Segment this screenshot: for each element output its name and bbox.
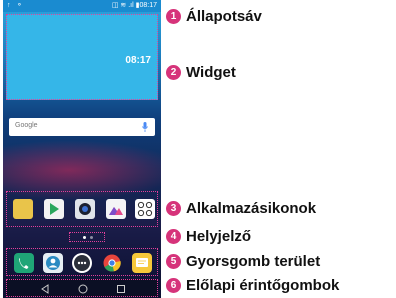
callout-label: Alkalmazásikonok: [186, 200, 317, 217]
grid-icon: [137, 201, 153, 217]
front-touch-buttons: [6, 279, 158, 297]
phone-home-screen: ↑ ⚬ ◫ ≋ .ıl ▮08:17 08:17 Google: [3, 0, 161, 298]
home-icon[interactable]: [77, 283, 89, 295]
callout-badge: 2: [166, 65, 181, 80]
back-icon[interactable]: [39, 283, 51, 295]
dots-icon: [74, 255, 90, 271]
messages-app-icon[interactable]: [132, 253, 152, 273]
callout-label: Állapotsáv: [186, 8, 262, 25]
camera-app-icon[interactable]: [75, 199, 95, 219]
google-logo: Google: [15, 122, 38, 129]
callout-label: Előlapi érintőgombok: [186, 277, 340, 294]
callout-label: Widget: [186, 64, 236, 81]
callout-indicator: 4 Helyjelző: [166, 228, 251, 245]
play-store-app-icon[interactable]: [44, 199, 64, 219]
page-dot: [90, 236, 93, 239]
google-search-bar[interactable]: Google: [9, 118, 155, 136]
apps-grid-icon[interactable]: [135, 199, 155, 219]
callout-label: Gyorsgomb terület: [186, 253, 321, 270]
callout-badge: 4: [166, 229, 181, 244]
status-bar-left-icons: ↑ ⚬: [7, 2, 25, 9]
calendar-app-icon[interactable]: [13, 199, 33, 219]
recent-apps-icon[interactable]: [115, 283, 127, 295]
status-bar-right-info: ◫ ≋ .ıl ▮08:17: [111, 2, 157, 9]
gallery-app-icon[interactable]: [106, 199, 126, 219]
callout-touch-buttons: 6 Előlapi érintőgombok: [166, 277, 339, 294]
camera-lens-icon: [79, 203, 91, 215]
message-icon: [136, 258, 148, 267]
callout-app-icons: 3 Alkalmazásikonok: [166, 200, 316, 217]
callout-status-bar: 1 Állapotsáv: [166, 8, 262, 25]
callout-badge: 5: [166, 254, 181, 269]
callout-label: Helyjelző: [186, 228, 252, 245]
phone-icon: [19, 258, 29, 269]
quick-button-area: [6, 248, 158, 276]
contacts-app-icon[interactable]: [43, 253, 63, 273]
phone-app-icon[interactable]: [14, 253, 34, 273]
page-indicator: [69, 232, 105, 242]
callout-widget: 2 Widget: [166, 64, 236, 81]
mic-icon[interactable]: [141, 121, 149, 133]
widget-clock: 08:17: [125, 55, 151, 66]
person-icon: [46, 256, 60, 270]
callout-badge: 1: [166, 9, 181, 24]
app-icons-area: [6, 191, 158, 227]
play-icon: [50, 203, 59, 215]
chrome-icon: [103, 254, 121, 272]
mountain-icon: [109, 207, 123, 215]
callout-quick-buttons: 5 Gyorsgomb terület: [166, 253, 320, 270]
chrome-app-icon[interactable]: [102, 253, 122, 273]
callout-badge: 3: [166, 201, 181, 216]
status-bar: ↑ ⚬ ◫ ≋ .ıl ▮08:17: [3, 0, 161, 12]
callout-badge: 6: [166, 278, 181, 293]
page-dot-active: [83, 236, 86, 239]
widget[interactable]: 08:17: [6, 14, 158, 100]
app-drawer-icon[interactable]: [72, 253, 92, 273]
